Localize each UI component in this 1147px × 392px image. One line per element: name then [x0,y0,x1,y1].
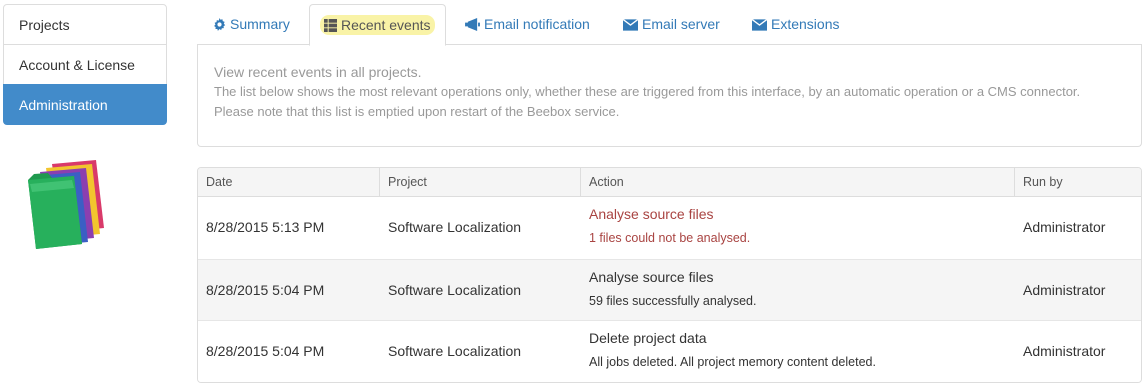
column-header-project[interactable]: Project [380,168,581,196]
event-project: Software Localization [388,343,522,359]
tab-extensions-label: Extensions [771,16,840,32]
sidebar-item-projects[interactable]: Projects [3,4,167,45]
info-panel: View recent events in all projects. The … [197,45,1142,147]
event-action: Analyse source files [589,269,714,285]
event-detail: 59 files successfully analysed. [589,294,757,308]
tab-email-notification-label: Email notification [484,16,590,32]
tab-email-server[interactable]: Email server [613,4,730,45]
megaphone-icon [465,18,480,31]
envelope-icon [751,18,768,31]
tab-summary[interactable]: Summary [203,4,300,45]
table-row: 8/28/2015 5:04 PM Software Localization … [198,321,1141,382]
event-run-by: Administrator [1023,343,1106,359]
info-line-2: The list below shows the most relevant o… [214,84,1081,99]
event-date: 8/28/2015 5:13 PM [206,219,325,235]
event-action: Delete project data [589,330,707,346]
column-header-action[interactable]: Action [581,168,1015,196]
folders-logo [28,160,104,249]
tab-recent-events-label: Recent events [341,17,431,33]
gear-icon [214,18,226,31]
event-detail: 1 files could not be analysed. [589,231,751,245]
table-header: Date Project Action Run by [198,168,1141,197]
events-table: Date Project Action Run by 8/28/2015 5:1… [197,167,1142,383]
envelope-icon [622,18,639,31]
event-project: Software Localization [388,282,522,298]
event-action-cell: Analyse source files 1 files could not b… [581,197,1015,259]
column-header-date[interactable]: Date [198,168,380,196]
table-row: 8/28/2015 5:04 PM Software Localization … [198,259,1141,321]
tab-email-server-label: Email server [642,16,720,32]
info-line-1: View recent events in all projects. [214,64,422,80]
table-row: 8/28/2015 5:13 PM Software Localization … [198,197,1141,259]
event-run-by: Administrator [1023,282,1106,298]
event-action-cell: Analyse source files 59 files successful… [581,260,1015,320]
sidebar-nav: Projects Account & License Administratio… [3,4,167,125]
event-date: 8/28/2015 5:04 PM [206,343,325,359]
column-header-run-by[interactable]: Run by [1015,168,1141,196]
sidebar-item-account-license[interactable]: Account & License [3,44,167,85]
list-icon [324,19,337,32]
tab-extensions[interactable]: Extensions [742,4,849,45]
info-line-3: Please note that this list is emptied up… [214,104,620,119]
event-date: 8/28/2015 5:04 PM [206,282,325,298]
tab-summary-label: Summary [230,16,290,32]
event-run-by: Administrator [1023,219,1106,235]
event-action: Analyse source files [589,206,714,222]
event-action-cell: Delete project data All jobs deleted. Al… [581,321,1015,382]
tab-bar: Summary Recent events Email notification… [197,4,1142,46]
event-project: Software Localization [388,219,522,235]
tab-highlight: Recent events [320,15,435,35]
tab-email-notification[interactable]: Email notification [455,4,600,45]
tab-recent-events[interactable]: Recent events [309,4,446,46]
sidebar-item-administration[interactable]: Administration [3,84,167,125]
event-detail: All jobs deleted. All project memory con… [589,355,876,369]
